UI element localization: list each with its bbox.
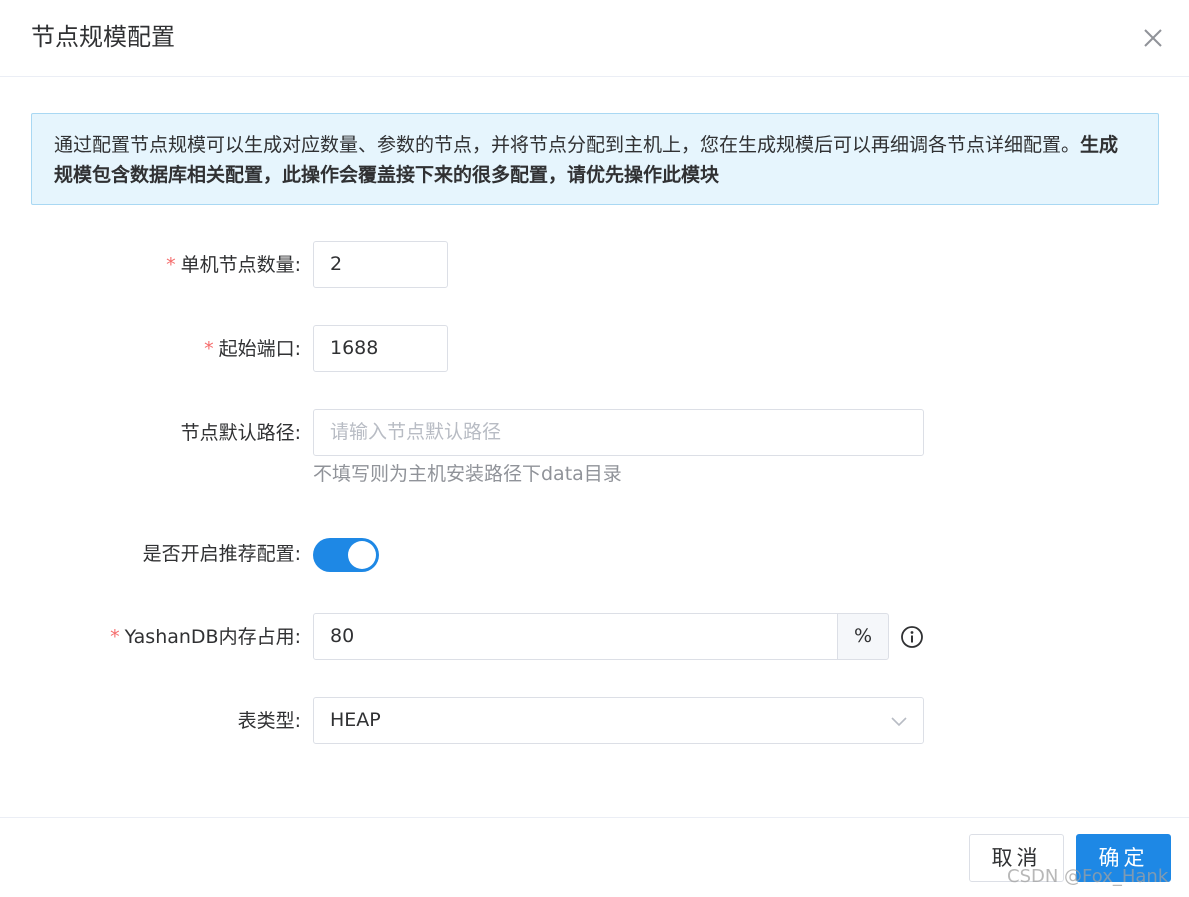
memory-usage-input[interactable]: 80 bbox=[313, 613, 839, 660]
percent-addon: % bbox=[837, 613, 889, 660]
info-icon[interactable] bbox=[900, 625, 924, 649]
node-count-label: * 单机节点数量: bbox=[166, 254, 301, 276]
switch-knob bbox=[348, 541, 376, 569]
alert-text: 通过配置节点规模可以生成对应数量、参数的节点，并将节点分配到主机上，您在生成规模… bbox=[54, 134, 1081, 156]
table-type-value: HEAP bbox=[330, 709, 381, 731]
memory-usage-label: * YashanDB内存占用: bbox=[110, 626, 301, 648]
default-path-input[interactable]: 请输入节点默认路径 bbox=[313, 409, 924, 456]
recommend-config-label: 是否开启推荐配置: bbox=[142, 543, 301, 565]
start-port-input[interactable]: 1688 bbox=[313, 325, 448, 372]
table-type-select[interactable]: HEAP bbox=[313, 697, 924, 744]
required-mark: * bbox=[166, 254, 176, 276]
chevron-down-icon[interactable] bbox=[890, 712, 908, 730]
close-icon[interactable] bbox=[1139, 24, 1167, 52]
node-scale-dialog: 节点规模配置 通过配置节点规模可以生成对应数量、参数的节点，并将节点分配到主机上… bbox=[0, 0, 1189, 897]
default-path-label: 节点默认路径: bbox=[180, 422, 301, 444]
start-port-label: * 起始端口: bbox=[204, 338, 301, 360]
watermark: CSDN @Fox_Hank bbox=[1007, 866, 1169, 887]
info-alert: 通过配置节点规模可以生成对应数量、参数的节点，并将节点分配到主机上，您在生成规模… bbox=[31, 113, 1159, 205]
required-mark: * bbox=[110, 626, 120, 648]
dialog-title: 节点规模配置 bbox=[31, 23, 175, 51]
dialog-header: 节点规模配置 bbox=[0, 0, 1189, 77]
recommend-config-switch[interactable] bbox=[313, 538, 379, 572]
table-type-label: 表类型: bbox=[237, 710, 301, 732]
required-mark: * bbox=[204, 338, 214, 360]
node-count-input[interactable]: 2 bbox=[313, 241, 448, 288]
default-path-help: 不填写则为主机安装路径下data目录 bbox=[313, 463, 622, 485]
